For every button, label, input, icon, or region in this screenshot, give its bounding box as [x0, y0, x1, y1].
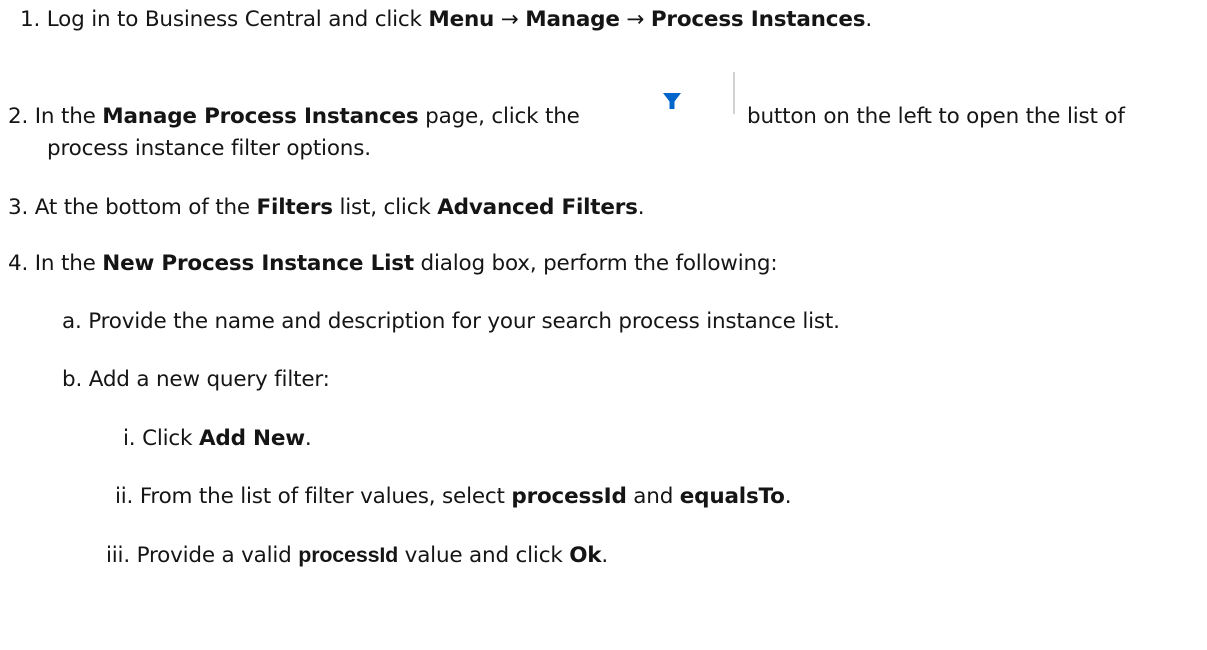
- step-text: list, click: [332, 195, 438, 220]
- step-2-wrap: process instance filter options.: [47, 135, 371, 163]
- punctuation: .: [784, 484, 792, 509]
- new-process-instance-list-label: New Process Instance List: [102, 251, 414, 276]
- substep-b: b. Add a new query filter:: [62, 366, 330, 394]
- manage-label: Manage: [525, 7, 620, 32]
- roman-numeral: ii.: [115, 484, 134, 509]
- step-text: dialog box, perform the following:: [413, 251, 778, 276]
- step-text: and: [626, 484, 680, 509]
- manage-process-instances-label: Manage Process Instances: [102, 104, 419, 129]
- step-3: 3. At the bottom of the Filters list, cl…: [8, 194, 645, 222]
- arrow-text: →: [619, 7, 651, 32]
- step-text: From the list of filter values, select: [139, 484, 512, 509]
- step-1: 1. Log in to Business Central and click …: [20, 6, 872, 34]
- step-text: In the: [34, 251, 103, 276]
- punctuation: .: [865, 7, 872, 32]
- arrow-text: →: [494, 7, 526, 32]
- subsubstep-ii: ii. From the list of filter values, sele…: [115, 483, 792, 511]
- add-new-label: Add New: [198, 426, 305, 451]
- step-number: 3.: [8, 195, 29, 220]
- step-2-continued: button on the left to open the list of: [747, 103, 1125, 131]
- step-text: In the: [34, 104, 103, 129]
- filter-button-image: [660, 72, 736, 114]
- step-text: Click: [142, 426, 199, 451]
- roman-numeral: i.: [123, 426, 136, 451]
- substep-letter: b.: [62, 367, 83, 392]
- menu-label: Menu: [428, 7, 495, 32]
- step-number: 2.: [8, 104, 29, 129]
- filters-label: Filters: [256, 195, 333, 220]
- step-text: Add a new query filter:: [88, 367, 330, 392]
- subsubstep-i: i. Click Add New.: [123, 425, 312, 453]
- step-text: page, click the: [418, 104, 580, 129]
- step-number: 1.: [20, 7, 41, 32]
- step-2: 2. In the Manage Process Instances page,…: [8, 103, 580, 131]
- punctuation: .: [304, 426, 312, 451]
- substep-a: a. Provide the name and description for …: [62, 308, 840, 336]
- equalsto-label: equalsTo: [679, 484, 785, 509]
- punctuation: .: [637, 195, 645, 220]
- procedure-document: 1. Log in to Business Central and click …: [0, 0, 1207, 650]
- subsubstep-iii: iii. Provide a valid processId value and…: [106, 541, 608, 570]
- step-text: Provide the name and description for you…: [88, 309, 840, 334]
- step-text: Log in to Business Central and click: [46, 7, 429, 32]
- filter-funnel-icon: [663, 72, 735, 114]
- advanced-filters-label: Advanced Filters: [437, 195, 638, 220]
- processid-label: processId: [298, 543, 399, 567]
- punctuation: .: [601, 543, 609, 568]
- step-number: 4.: [8, 251, 29, 276]
- processid-label: processId: [511, 484, 627, 509]
- ok-label: Ok: [569, 543, 602, 568]
- roman-numeral: iii.: [106, 543, 130, 568]
- step-4: 4. In the New Process Instance List dial…: [8, 250, 778, 278]
- step-text: value and click: [398, 543, 570, 568]
- step-text: Provide a valid: [136, 543, 299, 568]
- process-instances-label: Process Instances: [650, 7, 866, 32]
- step-text: At the bottom of the: [34, 195, 257, 220]
- step-text: process instance filter options.: [47, 136, 371, 161]
- substep-letter: a.: [62, 309, 82, 334]
- step-text: button on the left to open the list of: [747, 104, 1125, 129]
